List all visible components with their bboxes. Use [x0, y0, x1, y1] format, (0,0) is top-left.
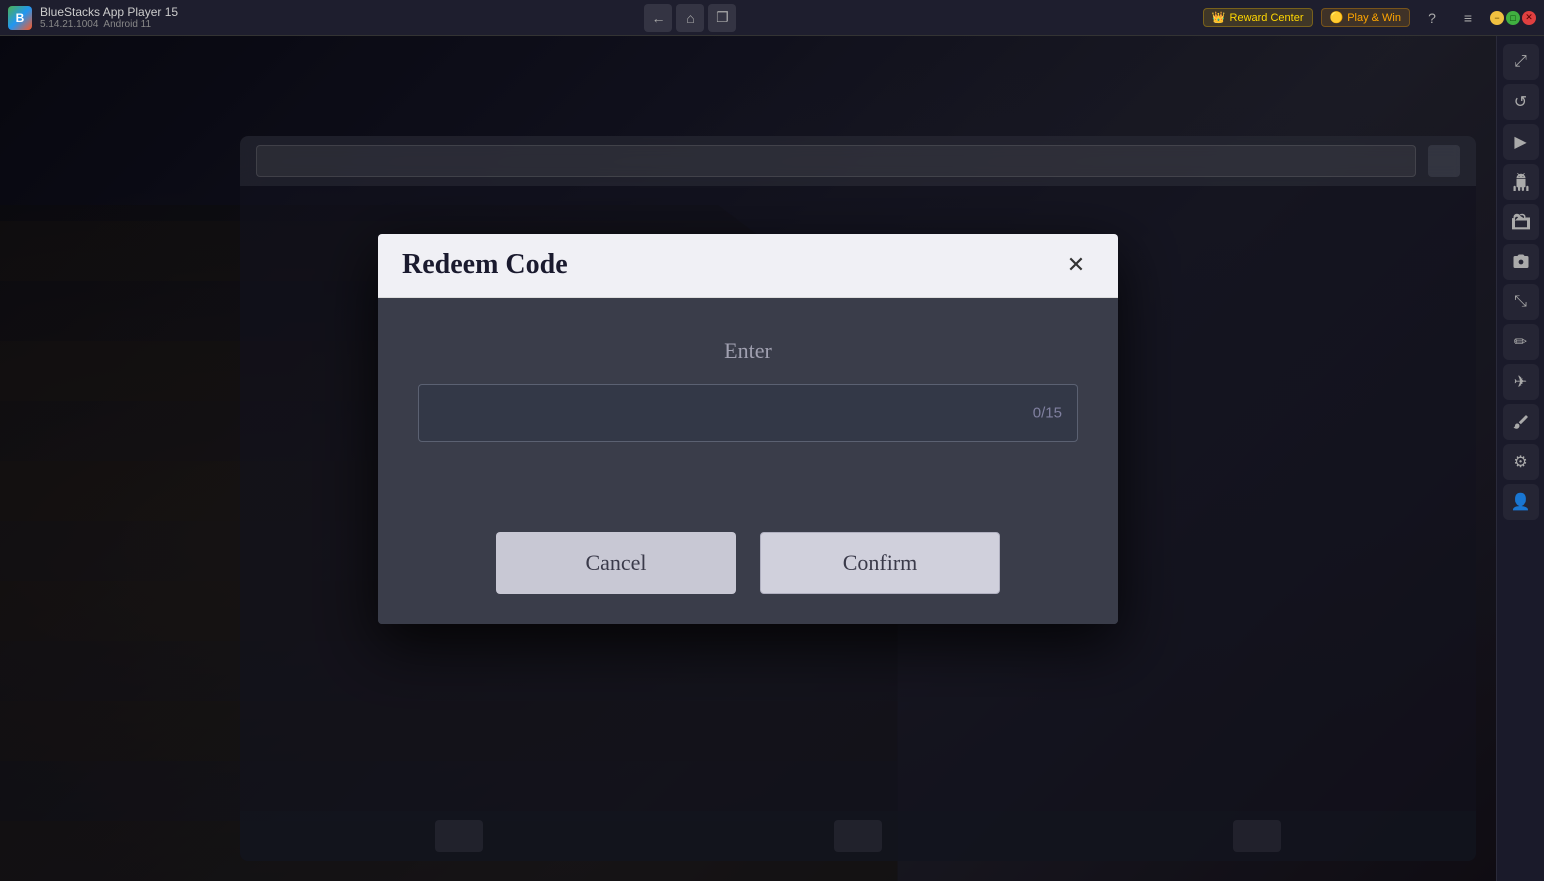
play-win-button[interactable]: 🟡 Play & Win: [1321, 8, 1411, 27]
app-logo: B: [8, 6, 32, 30]
menu-button[interactable]: ≡: [1454, 4, 1482, 32]
help-button[interactable]: ?: [1418, 4, 1446, 32]
sidebar-android-icon[interactable]: [1503, 164, 1539, 200]
nav-copy-button[interactable]: ❐: [708, 4, 736, 32]
title-bar-nav: ← ⌂ ❐: [644, 4, 736, 32]
enter-label: Enter: [724, 338, 772, 364]
sidebar-refresh-icon[interactable]: ↺: [1503, 84, 1539, 120]
modal-overlay: Redeem Code ✕ Enter 0/15 Cancel Confirm: [0, 36, 1496, 881]
modal-title: Redeem Code: [402, 249, 568, 281]
confirm-button[interactable]: Confirm: [760, 532, 1000, 594]
crown-icon: 👑: [1212, 11, 1226, 24]
app-name: BlueStacks App Player 15: [40, 5, 178, 19]
sidebar-play-icon[interactable]: ▶: [1503, 124, 1539, 160]
modal-header: Redeem Code ✕: [378, 234, 1118, 298]
title-bar-left: B BlueStacks App Player 15 5.14.21.1004 …: [8, 5, 178, 30]
coin-icon: 🟡: [1330, 11, 1344, 24]
modal-body: Enter 0/15: [378, 298, 1118, 532]
modal-close-button[interactable]: ✕: [1058, 247, 1094, 283]
sidebar-apk-icon[interactable]: [1503, 204, 1539, 240]
maximize-button[interactable]: □: [1506, 11, 1520, 25]
reward-center-button[interactable]: 👑 Reward Center: [1203, 8, 1313, 27]
code-input-container: 0/15: [418, 384, 1078, 442]
code-input[interactable]: [418, 384, 1078, 442]
main-content: Redeem Code ✕ Enter 0/15 Cancel Confirm: [0, 36, 1496, 881]
window-controls: − □ ✕: [1490, 11, 1536, 25]
app-version: 5.14.21.1004 Android 11: [40, 19, 178, 30]
sidebar-settings-icon[interactable]: ⚙: [1503, 444, 1539, 480]
nav-back-button[interactable]: ←: [644, 4, 672, 32]
cancel-button[interactable]: Cancel: [496, 532, 736, 594]
sidebar-resize-icon[interactable]: ⤡: [1503, 284, 1539, 320]
sidebar-expand-icon[interactable]: ⤢: [1503, 44, 1539, 80]
redeem-code-dialog: Redeem Code ✕ Enter 0/15 Cancel Confirm: [378, 234, 1118, 624]
sidebar-user-icon[interactable]: 👤: [1503, 484, 1539, 520]
right-sidebar: ⤢ ↺ ▶ ⤡ ✏ ✈ ⚙ 👤: [1496, 36, 1544, 881]
footer-buttons: Cancel Confirm: [418, 532, 1078, 594]
sidebar-brush-icon[interactable]: [1503, 404, 1539, 440]
title-bar-right: 👑 Reward Center 🟡 Play & Win ? ≡ − □ ✕: [1203, 4, 1536, 32]
title-bar: B BlueStacks App Player 15 5.14.21.1004 …: [0, 0, 1544, 36]
minimize-button[interactable]: −: [1490, 11, 1504, 25]
sidebar-flight-icon[interactable]: ✈: [1503, 364, 1539, 400]
nav-home-button[interactable]: ⌂: [676, 4, 704, 32]
close-button[interactable]: ✕: [1522, 11, 1536, 25]
app-info: BlueStacks App Player 15 5.14.21.1004 An…: [40, 5, 178, 30]
sidebar-camera-icon[interactable]: [1503, 244, 1539, 280]
modal-footer: Cancel Confirm: [378, 532, 1118, 624]
sidebar-edit-icon[interactable]: ✏: [1503, 324, 1539, 360]
